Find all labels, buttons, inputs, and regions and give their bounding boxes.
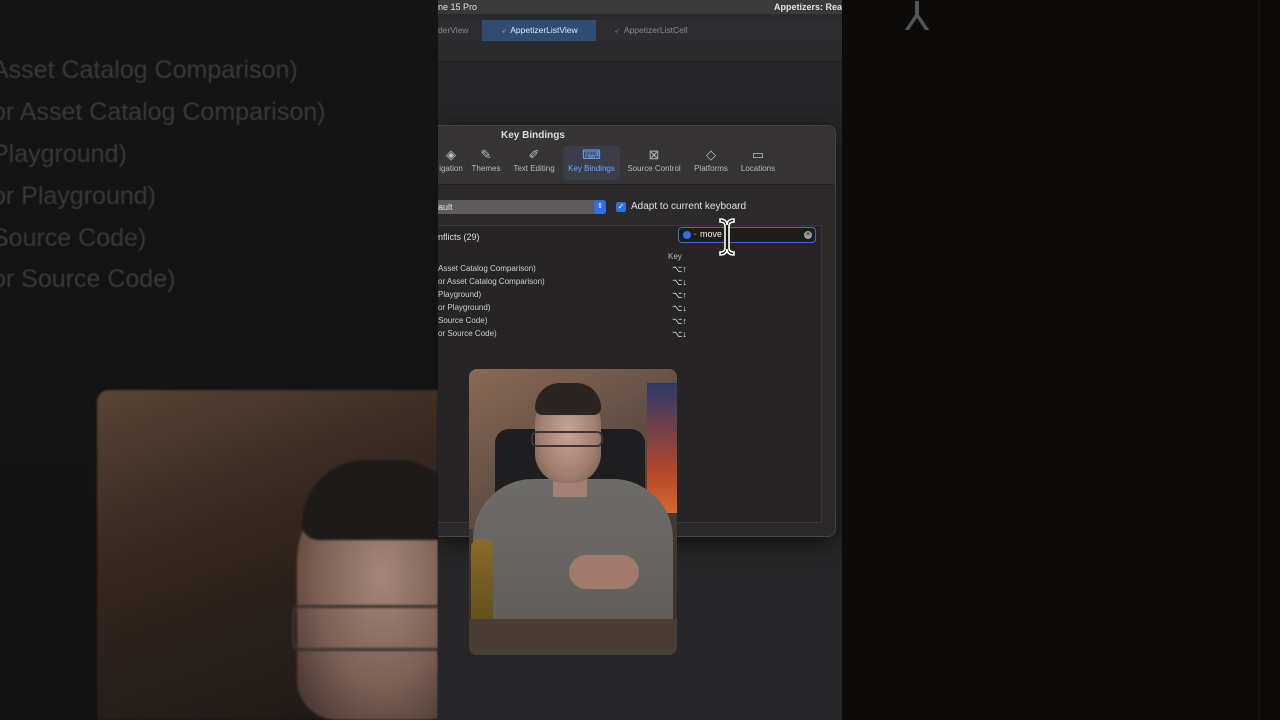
webcam-video bbox=[469, 369, 677, 655]
tab-label: AppetizerListView bbox=[510, 25, 578, 35]
search-icon bbox=[683, 231, 691, 239]
tab-appetizerlistview[interactable]: ➶ AppetizerListView bbox=[482, 20, 596, 41]
background-text: Playground) bbox=[0, 140, 127, 168]
binding-row[interactable]: or Asset Catalog Comparison) ⌥↓ bbox=[438, 277, 821, 290]
layers-icon: ◇ bbox=[706, 147, 716, 162]
adapt-keyboard-checkbox[interactable]: ✓ bbox=[616, 202, 626, 212]
toolbar-label: Text Editing bbox=[513, 164, 555, 173]
binding-row[interactable]: Source Code) ⌥↑ bbox=[438, 316, 821, 329]
keyset-popup[interactable]: ault ⇕ bbox=[438, 200, 606, 214]
binding-key[interactable]: ⌥↓ bbox=[672, 303, 687, 314]
person-glasses bbox=[531, 431, 603, 447]
channel-logo-icon: ⅄ bbox=[904, 0, 930, 39]
binding-command: or Playground) bbox=[438, 303, 491, 312]
background-text: Source Code) bbox=[0, 224, 147, 252]
binding-command: Source Code) bbox=[438, 316, 488, 325]
binding-command: or Asset Catalog Comparison) bbox=[438, 277, 545, 286]
divider bbox=[1258, 0, 1260, 720]
background-left-panel: Asset Catalog Comparison) or Asset Catal… bbox=[0, 0, 438, 720]
toolbar-key-bindings[interactable]: ⌨ Key Bindings bbox=[563, 146, 620, 180]
binding-key[interactable]: ⌥↑ bbox=[672, 316, 687, 327]
toolbar-label: Source Control bbox=[627, 164, 681, 173]
device-label: ne 15 Pro bbox=[438, 2, 478, 12]
breadcrumb-bar bbox=[438, 41, 842, 62]
toolbar-label: igation bbox=[439, 164, 463, 173]
chevron-down-icon: ⌄ bbox=[692, 230, 698, 237]
person-hair bbox=[535, 383, 601, 415]
background-right-panel: ⅄ bbox=[842, 0, 1280, 720]
binding-key[interactable]: ⌥↓ bbox=[672, 277, 687, 288]
tab-appetizerlistcell[interactable]: ➶ AppetizerListCell bbox=[614, 20, 724, 41]
toolbar-locations[interactable]: ▭ Locations bbox=[737, 146, 779, 180]
clear-search-icon[interactable]: × bbox=[804, 231, 812, 239]
editor-tab-bar: derView ➶ AppetizerListView ➶ AppetizerL… bbox=[438, 20, 842, 42]
edit-icon: ✐ bbox=[528, 147, 540, 162]
background-text: Asset Catalog Comparison) bbox=[0, 56, 298, 84]
key-column-header[interactable]: Key bbox=[668, 252, 682, 261]
binding-command: Asset Catalog Comparison) bbox=[438, 264, 536, 273]
text-cursor-icon bbox=[719, 218, 735, 256]
toolbar-text-editing[interactable]: ✐ Text Editing bbox=[510, 146, 558, 180]
binding-row[interactable]: Playground) ⌥↑ bbox=[438, 290, 821, 303]
conflicts-filter[interactable]: nflicts (29) bbox=[438, 232, 480, 242]
background-text: or Source Code) bbox=[0, 265, 176, 293]
drive-icon: ▭ bbox=[751, 147, 765, 162]
settings-title: Key Bindings bbox=[501, 130, 565, 141]
tab-label: AppetizerListCell bbox=[623, 25, 688, 35]
keyboard-icon: ⌨ bbox=[582, 147, 601, 162]
tab-derview[interactable]: derView bbox=[438, 20, 478, 41]
toolbar-navigation[interactable]: ◈ igation bbox=[438, 146, 464, 180]
swift-file-icon: ➶ bbox=[501, 28, 508, 35]
tab-label: derView bbox=[438, 25, 469, 35]
keyset-value: ault bbox=[438, 202, 453, 212]
desk bbox=[469, 619, 677, 655]
swift-file-icon: ➶ bbox=[614, 28, 620, 35]
toolbar-source-control[interactable]: ⊠ Source Control bbox=[624, 146, 684, 180]
toolbar-themes[interactable]: ✎ Themes bbox=[470, 146, 502, 180]
person-hands bbox=[569, 555, 639, 589]
binding-row[interactable]: Asset Catalog Comparison) ⌥↑ bbox=[438, 264, 821, 277]
toolbar-label: Themes bbox=[471, 164, 501, 173]
search-field[interactable]: ⌄ move li × bbox=[678, 227, 816, 243]
window-titlebar: ne 15 Pro Appetizers: Rea bbox=[438, 0, 842, 14]
binding-key[interactable]: ⌥↑ bbox=[672, 264, 687, 275]
binding-key[interactable]: ⌥↓ bbox=[672, 329, 687, 340]
settings-toolbar: Key Bindings ◈ igation ✎ Themes ✐ Text E… bbox=[438, 126, 835, 185]
project-status: Appetizers: Rea bbox=[773, 2, 842, 12]
adapt-keyboard-label: Adapt to current keyboard bbox=[631, 201, 747, 212]
background-text: or Playground) bbox=[0, 182, 156, 210]
binding-key[interactable]: ⌥↑ bbox=[672, 290, 687, 301]
background-webcam-image bbox=[97, 390, 438, 720]
toolbar-label: Platforms bbox=[694, 164, 728, 173]
background-glasses bbox=[292, 605, 438, 651]
toolbar-label: Key Bindings bbox=[568, 164, 615, 173]
source-control-icon: ⊠ bbox=[648, 147, 660, 162]
toolbar-platforms[interactable]: ◇ Platforms bbox=[690, 146, 732, 180]
binding-row[interactable]: or Playground) ⌥↓ bbox=[438, 303, 821, 316]
navigation-icon: ◈ bbox=[446, 147, 456, 162]
binding-command: or Source Code) bbox=[438, 329, 497, 338]
binding-row[interactable]: or Source Code) ⌥↓ bbox=[438, 329, 821, 342]
background-text: or Asset Catalog Comparison) bbox=[0, 98, 326, 126]
binding-command: Playground) bbox=[438, 290, 482, 299]
background-hair bbox=[302, 460, 438, 540]
toolbar-label: Locations bbox=[740, 164, 776, 173]
popup-chevron-icon: ⇕ bbox=[594, 200, 606, 214]
brush-icon: ✎ bbox=[480, 147, 492, 162]
